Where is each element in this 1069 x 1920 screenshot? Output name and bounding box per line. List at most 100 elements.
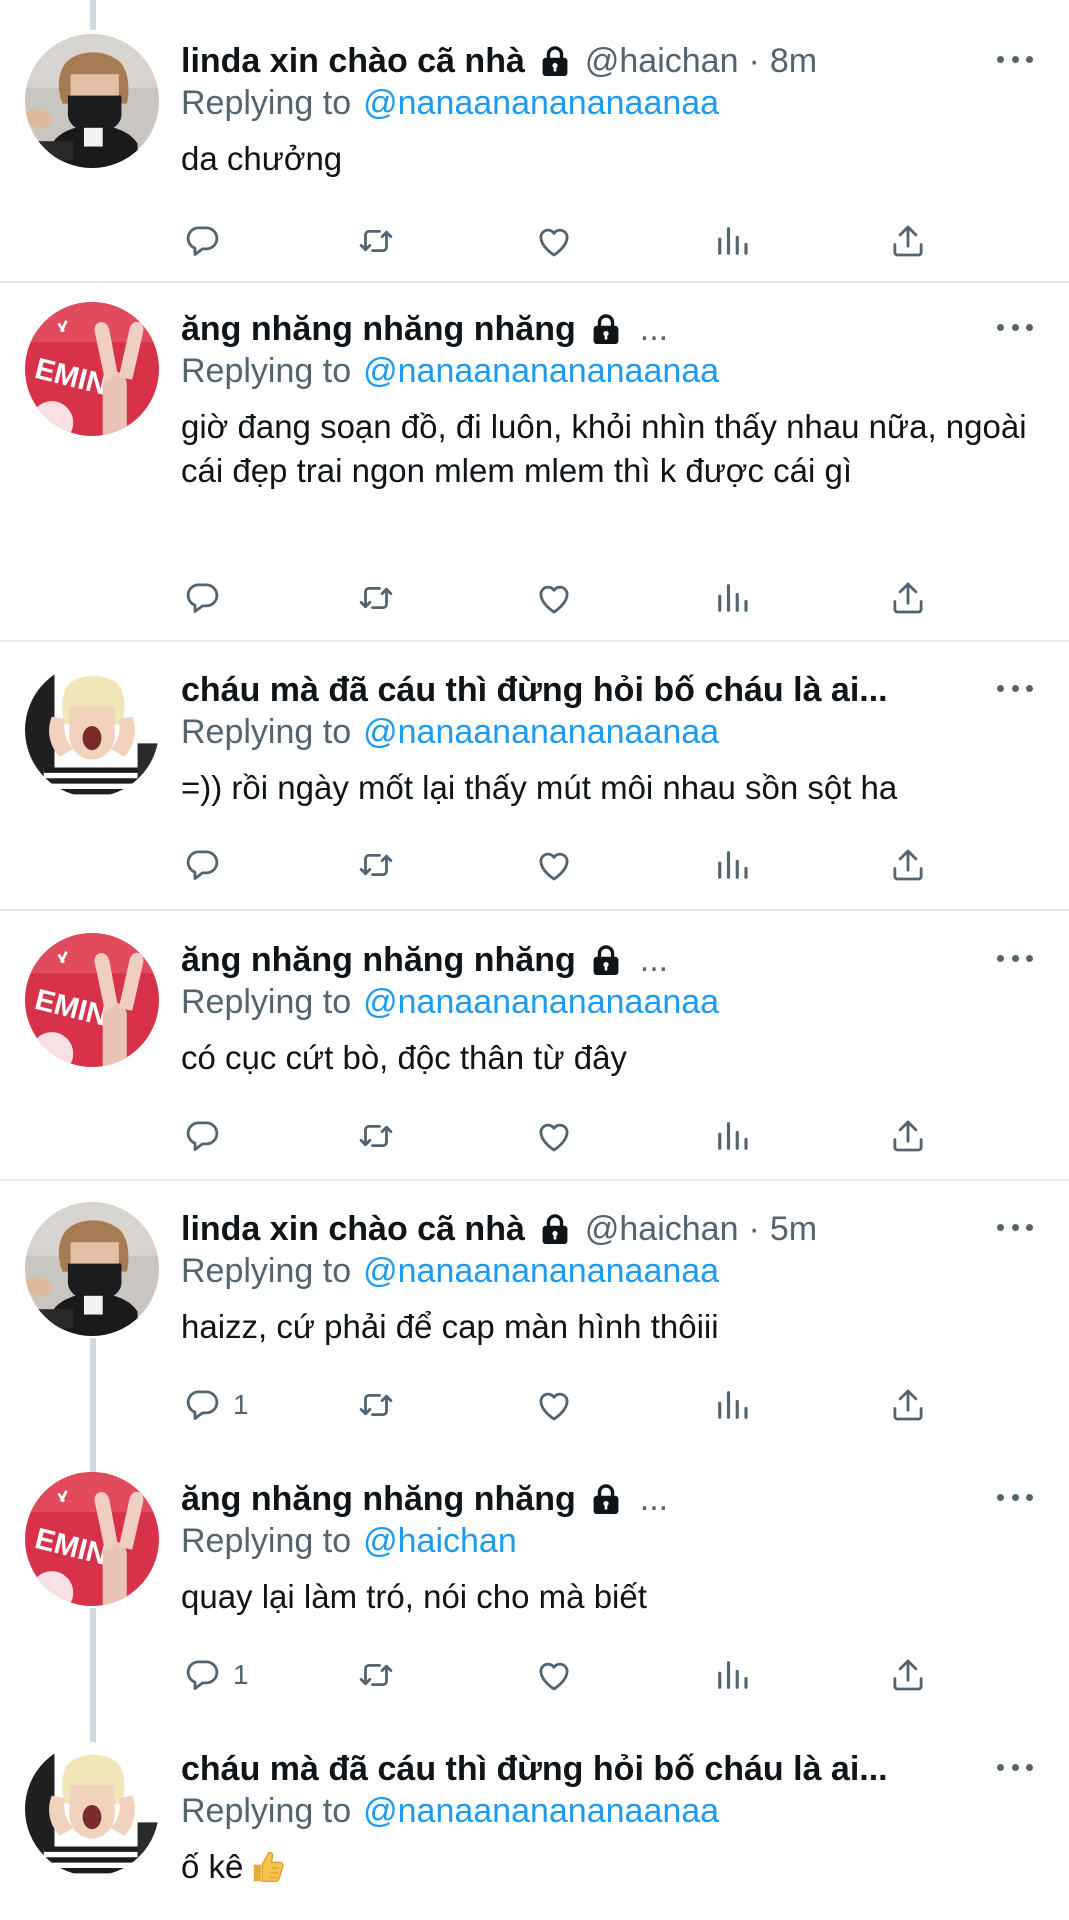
timestamp[interactable]: 8m [770, 40, 817, 82]
share-button[interactable] [887, 842, 929, 888]
replying-to-label: Replying to [181, 352, 352, 390]
reply-icon [181, 577, 223, 619]
like-button[interactable] [533, 842, 575, 888]
tweet-text: giờ đang soạn đồ, đi luôn, khỏi nhìn thấ… [181, 405, 1031, 493]
replying-to-line: Replying to @haichan [181, 1520, 517, 1562]
reply-button[interactable]: 1 [181, 1382, 249, 1428]
like-button[interactable] [533, 1652, 575, 1698]
share-button[interactable] [887, 575, 929, 621]
replying-to-line: Replying to @nanaananananaanaa [181, 1250, 719, 1292]
avatar[interactable] [25, 34, 159, 168]
share-button[interactable] [887, 1652, 929, 1698]
like-button[interactable] [533, 1382, 575, 1428]
share-icon [887, 577, 929, 619]
display-name[interactable]: cháu mà đã cáu thì đừng hỏi bố cháu là a… [181, 669, 888, 711]
retweet-icon [355, 1654, 397, 1696]
replying-to-handle[interactable]: @nanaananananaanaa [363, 84, 719, 122]
truncation-ellipsis: ... [639, 310, 669, 348]
analytics-icon [711, 1384, 753, 1426]
display-name[interactable]: ăng nhăng nhăng nhăng [181, 939, 576, 981]
retweet-button[interactable] [355, 1652, 397, 1698]
reply-button[interactable] [181, 218, 233, 264]
tweet-actions [181, 575, 981, 621]
replying-to-handle[interactable]: @nanaananananaanaa [363, 1252, 719, 1290]
analytics-button[interactable] [711, 842, 753, 888]
retweet-button[interactable] [355, 1113, 397, 1159]
tweet-text-content: giờ đang soạn đồ, đi luôn, khỏi nhìn thấ… [181, 408, 1027, 489]
user-handle[interactable]: @haichan [585, 1208, 739, 1250]
reply-button[interactable] [181, 1113, 233, 1159]
display-name[interactable]: ăng nhăng nhăng nhăng [181, 308, 576, 350]
tweet-text-content: da chưởng [181, 140, 343, 177]
analytics-button[interactable] [711, 575, 753, 621]
like-button[interactable] [533, 1113, 575, 1159]
replying-to-line: Replying to @nanaananananaanaa [181, 350, 719, 392]
analytics-button[interactable] [711, 1382, 753, 1428]
tweet-header: cháu mà đã cáu thì đừng hỏi bố cháu là a… [181, 669, 888, 711]
replying-to-label: Replying to [181, 84, 352, 122]
replying-to-handle[interactable]: @nanaananananaanaa [363, 713, 719, 751]
share-icon [887, 1115, 929, 1157]
share-icon [887, 1384, 929, 1426]
tweet-text-content: haizz, cứ phải để cap màn hình thôiii [181, 1308, 719, 1345]
share-button[interactable] [887, 1382, 929, 1428]
like-icon [533, 1384, 575, 1426]
tweet-actions: 1 [181, 1382, 981, 1428]
like-icon [533, 577, 575, 619]
display-name[interactable]: linda xin chào cã nhà [181, 40, 525, 82]
like-icon [533, 844, 575, 886]
retweet-icon [355, 1115, 397, 1157]
more-options-icon[interactable] [997, 44, 1033, 74]
tweet-text: haizz, cứ phải để cap màn hình thôiii [181, 1305, 1031, 1349]
replying-to-line: Replying to @nanaananananaanaa [181, 82, 719, 124]
retweet-icon [355, 577, 397, 619]
more-options-icon[interactable] [997, 943, 1033, 973]
more-options-icon[interactable] [997, 1482, 1033, 1512]
like-button[interactable] [533, 575, 575, 621]
reply-icon [181, 844, 223, 886]
display-name[interactable]: linda xin chào cã nhà [181, 1208, 525, 1250]
tweet[interactable]: cháu mà đã cáu thì đừng hỏi bố cháu là a… [0, 1708, 1069, 1920]
tweet-text: quay lại làm tró, nói cho mà biết [181, 1575, 1031, 1619]
replying-to-handle[interactable]: @haichan [363, 1522, 517, 1560]
avatar[interactable] [25, 1742, 159, 1876]
like-button[interactable] [533, 218, 575, 264]
more-options-icon[interactable] [997, 1212, 1033, 1242]
retweet-button[interactable] [355, 842, 397, 888]
replying-to-handle[interactable]: @nanaananananaanaa [363, 983, 719, 1021]
retweet-button[interactable] [355, 218, 397, 264]
reply-count: 1 [233, 1389, 249, 1420]
like-icon [533, 1115, 575, 1157]
avatar[interactable]: EMIN [25, 302, 159, 436]
share-button[interactable] [887, 1113, 929, 1159]
display-name[interactable]: cháu mà đã cáu thì đừng hỏi bố cháu là a… [181, 1748, 888, 1790]
analytics-button[interactable] [711, 1652, 753, 1698]
retweet-button[interactable] [355, 1382, 397, 1428]
reply-button[interactable] [181, 575, 233, 621]
tweet-text: =)) rồi ngày mốt lại thấy mút môi nhau s… [181, 766, 1031, 810]
share-button[interactable] [887, 218, 929, 264]
retweet-button[interactable] [355, 575, 397, 621]
replying-to-handle[interactable]: @nanaananananaanaa [363, 1792, 719, 1830]
reply-button[interactable] [181, 842, 233, 888]
replying-to-label: Replying to [181, 1252, 352, 1290]
avatar[interactable] [25, 1202, 159, 1336]
analytics-button[interactable] [711, 218, 753, 264]
avatar[interactable]: EMIN [25, 933, 159, 1067]
avatar[interactable]: EMIN [25, 1472, 159, 1606]
timestamp[interactable]: 5m [770, 1208, 817, 1250]
display-name[interactable]: ăng nhăng nhăng nhăng [181, 1478, 576, 1520]
lock-icon [539, 44, 571, 78]
more-options-icon[interactable] [997, 673, 1033, 703]
tweet-header: ăng nhăng nhăng nhăng... [181, 939, 668, 981]
replying-to-handle[interactable]: @nanaananananaanaa [363, 352, 719, 390]
replying-to-label: Replying to [181, 1522, 352, 1560]
more-options-icon[interactable] [997, 312, 1033, 342]
user-handle[interactable]: @haichan [585, 40, 739, 82]
more-options-icon[interactable] [997, 1752, 1033, 1782]
reply-button[interactable]: 1 [181, 1652, 249, 1698]
analytics-button[interactable] [711, 1113, 753, 1159]
tweet-header: cháu mà đã cáu thì đừng hỏi bố cháu là a… [181, 1748, 888, 1790]
reply-icon [181, 1654, 223, 1696]
avatar[interactable] [25, 663, 159, 797]
